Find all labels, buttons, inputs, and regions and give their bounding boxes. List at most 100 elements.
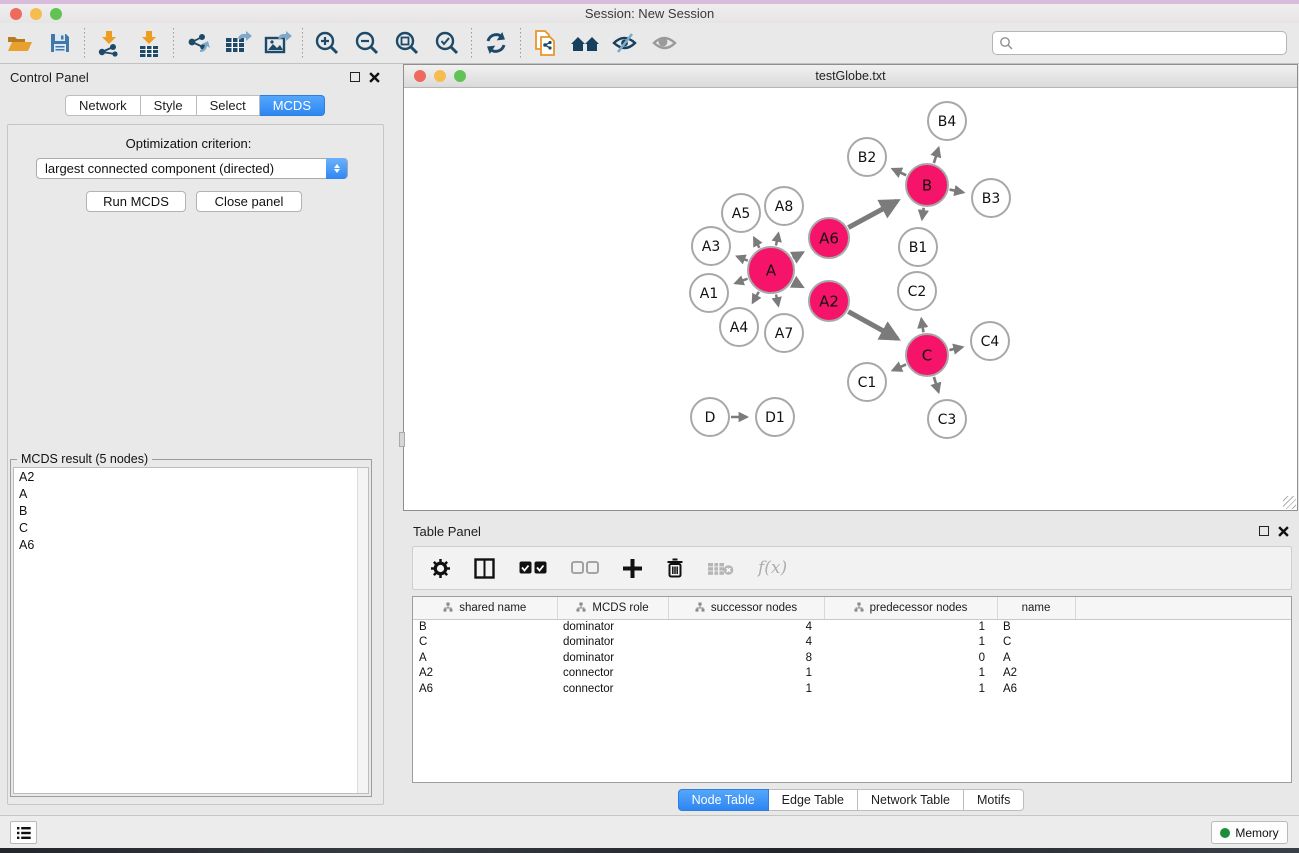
graph-edge-C-C4[interactable] bbox=[949, 347, 962, 350]
graph-edge-C-C3[interactable] bbox=[934, 377, 939, 392]
save-session-button[interactable] bbox=[40, 26, 80, 60]
column-header-successor-nodes[interactable]: successor nodes bbox=[668, 597, 824, 619]
graph-edge-A-A8[interactable] bbox=[776, 233, 778, 245]
export-table-button[interactable] bbox=[218, 26, 258, 60]
table-cell[interactable]: A bbox=[997, 650, 1075, 666]
column-header-name[interactable]: name bbox=[997, 597, 1075, 619]
table-cell[interactable]: connector bbox=[557, 681, 668, 697]
table-cell[interactable]: A2 bbox=[997, 666, 1075, 682]
table-cell[interactable]: 1 bbox=[824, 666, 997, 682]
column-header-shared-name[interactable]: shared name bbox=[413, 597, 557, 619]
task-history-button[interactable] bbox=[10, 821, 37, 844]
mcds-result-list[interactable]: A2ABCA6 bbox=[13, 467, 369, 794]
table-cell[interactable]: 0 bbox=[824, 650, 997, 666]
function-builder-fx[interactable]: f(x) bbox=[758, 558, 787, 578]
result-scrollbar[interactable] bbox=[357, 468, 368, 793]
table-cell[interactable]: dominator bbox=[557, 650, 668, 666]
float-panel-icon[interactable] bbox=[350, 72, 360, 82]
table-cell[interactable]: 4 bbox=[668, 635, 824, 651]
import-network-button[interactable] bbox=[89, 26, 129, 60]
tab-mcds[interactable]: MCDS bbox=[260, 95, 325, 116]
table-cell[interactable]: 4 bbox=[668, 619, 824, 635]
show-hide-button[interactable] bbox=[605, 26, 645, 60]
network-window-titlebar[interactable]: testGlobe.txt bbox=[404, 65, 1297, 88]
close-panel-button[interactable]: Close panel bbox=[196, 191, 302, 212]
result-item[interactable]: B bbox=[14, 502, 368, 519]
preview-button[interactable] bbox=[645, 26, 685, 60]
table-cell[interactable]: 1 bbox=[824, 619, 997, 635]
graph-edge-B-B4[interactable] bbox=[934, 148, 939, 163]
export-network-button[interactable] bbox=[178, 26, 218, 60]
tab-style[interactable]: Style bbox=[141, 95, 197, 116]
result-item[interactable]: A2 bbox=[14, 468, 368, 485]
open-file-button[interactable] bbox=[0, 26, 40, 60]
graph-edge-A-A7[interactable] bbox=[776, 294, 778, 305]
delete-table-icon[interactable] bbox=[708, 560, 734, 576]
table-cell[interactable]: 1 bbox=[668, 681, 824, 697]
tab-motifs[interactable]: Motifs bbox=[964, 789, 1024, 811]
resize-grip[interactable] bbox=[1283, 496, 1296, 509]
table-cell[interactable]: A6 bbox=[997, 681, 1075, 697]
table-cell[interactable]: 8 bbox=[668, 650, 824, 666]
run-mcds-button[interactable]: Run MCDS bbox=[86, 191, 186, 212]
tab-node-table[interactable]: Node Table bbox=[678, 789, 769, 811]
graph-edge-C-C2[interactable] bbox=[921, 319, 923, 332]
table-cell[interactable]: B bbox=[997, 619, 1075, 635]
delete-trash-icon[interactable] bbox=[666, 558, 684, 578]
graph-edge-C-C1[interactable] bbox=[893, 364, 906, 370]
table-cell[interactable]: B bbox=[413, 619, 557, 635]
deselect-all-checkboxes-icon[interactable] bbox=[571, 561, 599, 575]
table-cell[interactable]: 1 bbox=[824, 681, 997, 697]
table-cell[interactable]: dominator bbox=[557, 635, 668, 651]
result-item[interactable]: C bbox=[14, 519, 368, 536]
graph-edge-A-A6[interactable] bbox=[793, 253, 803, 258]
zoom-in-button[interactable] bbox=[307, 26, 347, 60]
result-item[interactable]: A bbox=[14, 485, 368, 502]
close-panel-icon[interactable] bbox=[1278, 526, 1289, 537]
column-header-predecessor-nodes[interactable]: predecessor nodes bbox=[824, 597, 997, 619]
export-image-button[interactable] bbox=[258, 26, 298, 60]
tab-select[interactable]: Select bbox=[197, 95, 260, 116]
table-cell[interactable]: 1 bbox=[824, 635, 997, 651]
column-header-MCDS-role[interactable]: MCDS role bbox=[557, 597, 668, 619]
table-row[interactable]: Cdominator41C bbox=[413, 635, 1291, 651]
table-cell[interactable]: A6 bbox=[413, 681, 557, 697]
graph-edge-A-A2[interactable] bbox=[793, 282, 802, 287]
table-cell[interactable]: A2 bbox=[413, 666, 557, 682]
graph-edge-B-B3[interactable] bbox=[950, 190, 964, 193]
result-item[interactable]: A6 bbox=[14, 536, 368, 553]
select-all-checkboxes-icon[interactable] bbox=[519, 561, 547, 575]
graph-edge-A-A5[interactable] bbox=[754, 238, 759, 248]
zoom-out-button[interactable] bbox=[347, 26, 387, 60]
criterion-dropdown[interactable]: largest connected component (directed) bbox=[36, 158, 348, 179]
graph-edge-A-A1[interactable] bbox=[735, 279, 747, 284]
graph-edge-B-B2[interactable] bbox=[893, 169, 906, 175]
import-table-button[interactable] bbox=[129, 26, 169, 60]
float-panel-icon[interactable] bbox=[1259, 526, 1269, 536]
table-cell[interactable]: 1 bbox=[668, 666, 824, 682]
table-cell[interactable]: dominator bbox=[557, 619, 668, 635]
graph-edge-A2-C[interactable] bbox=[848, 312, 897, 339]
table-cell[interactable]: connector bbox=[557, 666, 668, 682]
splitter-handle[interactable] bbox=[399, 432, 405, 447]
table-row[interactable]: Adominator80A bbox=[413, 650, 1291, 666]
table-row[interactable]: A6connector11A6 bbox=[413, 681, 1291, 697]
refresh-button[interactable] bbox=[476, 26, 516, 60]
table-cell[interactable]: C bbox=[997, 635, 1075, 651]
column-panel-icon[interactable] bbox=[474, 558, 495, 579]
tab-network[interactable]: Network bbox=[65, 95, 141, 116]
tab-network-table[interactable]: Network Table bbox=[858, 789, 964, 811]
zoom-fit-button[interactable] bbox=[387, 26, 427, 60]
table-settings-gear-icon[interactable] bbox=[431, 559, 450, 578]
add-column-plus-icon[interactable] bbox=[623, 559, 642, 578]
graph-edge-A6-B[interactable] bbox=[848, 201, 897, 227]
table-cell[interactable]: C bbox=[413, 635, 557, 651]
tab-edge-table[interactable]: Edge Table bbox=[769, 789, 858, 811]
close-panel-icon[interactable] bbox=[369, 72, 380, 83]
graph-edge-A-A3[interactable] bbox=[737, 256, 748, 260]
table-row[interactable]: A2connector11A2 bbox=[413, 666, 1291, 682]
graph-edge-A-A4[interactable] bbox=[753, 292, 759, 303]
copy-style-button[interactable] bbox=[525, 26, 565, 60]
table-row[interactable]: Bdominator41B bbox=[413, 619, 1291, 635]
table-cell[interactable]: A bbox=[413, 650, 557, 666]
